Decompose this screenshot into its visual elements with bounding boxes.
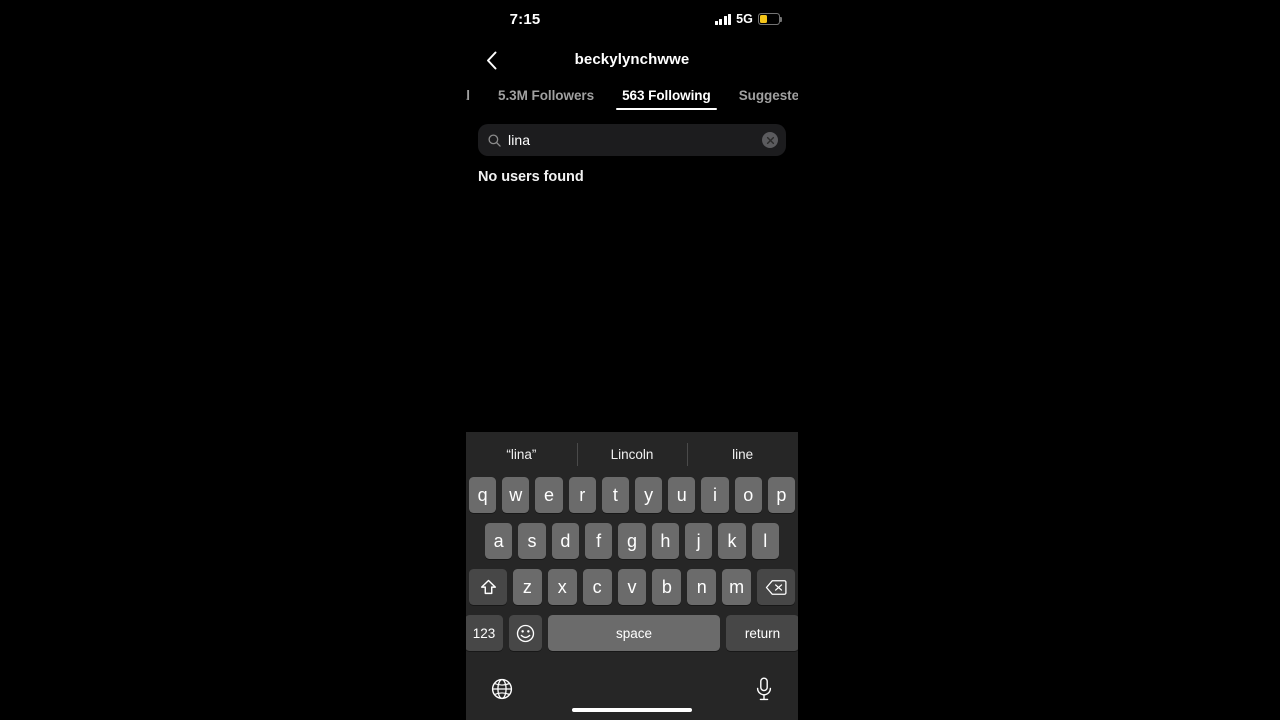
tab-followers[interactable]: 5.3M Followers [484, 82, 608, 109]
key-x[interactable]: x [547, 569, 577, 605]
key-n[interactable]: n [687, 569, 717, 605]
status-bar-indicators: 5G [714, 12, 783, 26]
key-j[interactable]: j [684, 523, 713, 559]
clear-search-button[interactable] [762, 132, 778, 148]
key-m[interactable]: m [722, 569, 752, 605]
key-z[interactable]: z [513, 569, 542, 605]
space-key[interactable]: space [548, 615, 720, 651]
key-i[interactable]: i [701, 477, 729, 513]
key-u[interactable]: u [668, 477, 696, 513]
status-bar-time: 7:15 [509, 11, 541, 28]
key-h[interactable]: h [651, 523, 679, 559]
backspace-icon [765, 579, 787, 595]
status-bar: 7:15 5G [466, 0, 798, 40]
keyboard-row-3: z x c v b n m [466, 569, 798, 605]
numeric-key[interactable]: 123 [466, 615, 503, 651]
tab-suggested[interactable]: Suggested [725, 82, 798, 109]
key-w[interactable]: w [502, 477, 530, 513]
empty-results-message: No users found [478, 169, 584, 185]
key-p[interactable]: p [767, 477, 796, 513]
microphone-icon[interactable] [755, 677, 773, 701]
key-k[interactable]: k [718, 523, 746, 559]
tab-mutual[interactable]: utual [466, 82, 484, 109]
cellular-bars-icon [714, 13, 732, 25]
key-g[interactable]: g [618, 523, 646, 559]
key-c[interactable]: c [582, 569, 612, 605]
keyboard-row-4: 123 space return [466, 615, 798, 651]
battery-low-power-icon [758, 13, 783, 25]
search-field[interactable] [478, 124, 786, 156]
key-v[interactable]: v [617, 569, 647, 605]
key-o[interactable]: o [734, 477, 762, 513]
prediction-0[interactable]: “lina” [466, 432, 577, 477]
shift-arrow-icon [480, 579, 496, 594]
key-f[interactable]: f [585, 523, 613, 559]
key-d[interactable]: d [551, 523, 579, 559]
globe-icon[interactable] [491, 678, 513, 700]
emoji-key[interactable] [509, 615, 542, 651]
key-e[interactable]: e [535, 477, 563, 513]
prediction-2[interactable]: line [687, 432, 798, 477]
navigation-bar: beckylynchwwe [466, 40, 798, 80]
backspace-key[interactable] [757, 569, 796, 605]
key-q[interactable]: q [468, 477, 497, 513]
key-b[interactable]: b [652, 569, 682, 605]
key-y[interactable]: y [635, 477, 663, 513]
emoji-smiley-icon [516, 624, 535, 642]
home-indicator[interactable] [572, 707, 692, 712]
tab-following[interactable]: 563 Following [608, 82, 725, 110]
keyboard-row-1: q w e r t y u i o p [466, 477, 798, 513]
key-t[interactable]: t [601, 477, 629, 513]
key-r[interactable]: r [568, 477, 596, 513]
key-a[interactable]: a [485, 523, 513, 559]
key-l[interactable]: l [751, 523, 779, 559]
return-key[interactable]: return [726, 615, 798, 651]
shift-key[interactable] [469, 569, 507, 605]
key-s[interactable]: s [518, 523, 546, 559]
predictive-text-bar: “lina” Lincoln line [466, 432, 798, 477]
phone-viewport: 7:15 5G beckylynchwwe utual 5.3M Followe… [466, 0, 798, 720]
keyboard-row-2: a s d f g h j k l [466, 523, 798, 559]
search-bar-container [466, 124, 798, 156]
keyboard-bottom-bar [466, 664, 798, 720]
page-title: beckylynchwwe [574, 51, 690, 68]
clear-circle-icon [766, 136, 774, 144]
search-icon [488, 133, 501, 147]
screenshot-canvas: 7:15 5G beckylynchwwe utual 5.3M Followe… [0, 0, 1280, 720]
search-input[interactable] [508, 132, 776, 148]
prediction-1[interactable]: Lincoln [576, 432, 688, 477]
network-type-label: 5G [736, 12, 753, 26]
profile-tab-strip: utual 5.3M Followers 563 Following Sugge… [466, 82, 798, 115]
